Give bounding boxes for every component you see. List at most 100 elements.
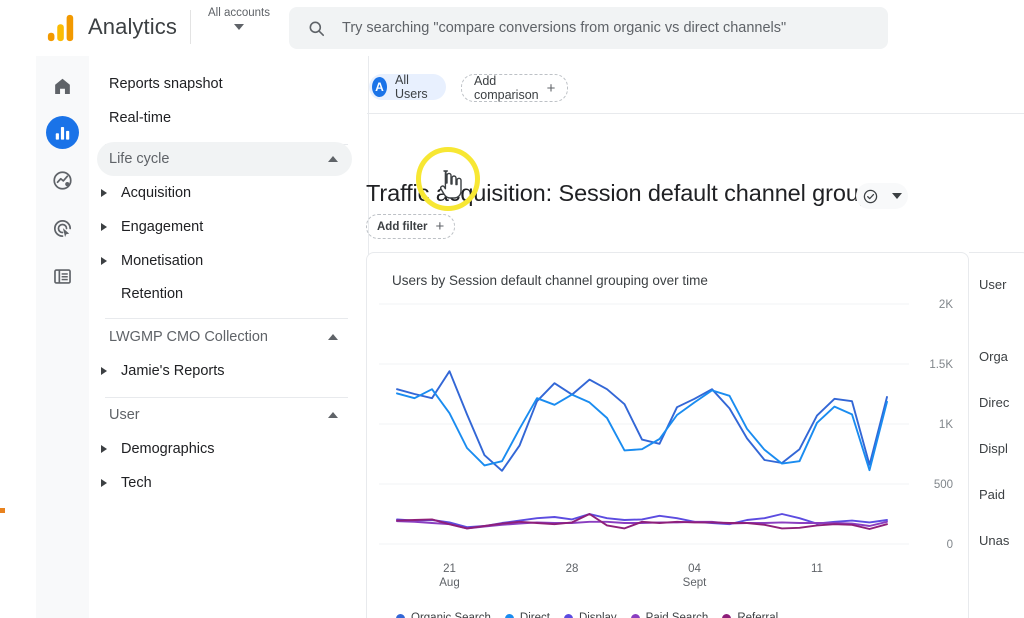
add-filter-label: Add filter xyxy=(377,220,428,233)
svg-text:11: 11 xyxy=(811,563,823,575)
sidebar-item-demographics[interactable]: Demographics xyxy=(89,433,368,465)
header-rule xyxy=(367,113,1024,114)
svg-text:Sept: Sept xyxy=(683,577,707,589)
sidebar-section-life-cycle[interactable]: Life cycle xyxy=(97,142,352,176)
rail-item-reports[interactable] xyxy=(46,116,79,149)
chart-y-axis-labels: 0 500 1K 1.5K 2K xyxy=(929,299,953,551)
sidebar-section-user[interactable]: User xyxy=(97,398,352,432)
chart-title: Users by Session default channel groupin… xyxy=(392,273,708,288)
chart-line-direct xyxy=(396,388,888,472)
legend-color-dot xyxy=(630,613,640,618)
legend-color-dot xyxy=(563,613,573,618)
chevron-down-icon xyxy=(891,193,902,199)
sidebar-item-reports-snapshot[interactable]: Reports snapshot xyxy=(89,68,368,100)
chevron-up-icon xyxy=(328,412,338,418)
sidebar-item-label: Monetisation xyxy=(121,253,204,269)
sidebar-item-tech[interactable]: Tech xyxy=(89,467,368,499)
sidebar-divider xyxy=(105,318,348,319)
sidebar-section-label: User xyxy=(109,407,140,423)
header-divider xyxy=(190,10,191,44)
legend-item-paid-search[interactable]: Paid Search xyxy=(630,612,709,618)
chart-legend: Organic Search Direct Display Paid Search Re… xyxy=(396,612,792,618)
sidebar-item-engagement[interactable]: Engagement xyxy=(89,211,368,243)
svg-text:0: 0 xyxy=(947,539,953,551)
add-comparison-label: Add comparison xyxy=(474,74,539,102)
all-users-label: All Users xyxy=(395,73,428,101)
svg-text:500: 500 xyxy=(934,479,953,491)
legend-item-direct[interactable]: Direct xyxy=(504,612,550,618)
chart-gridlines xyxy=(379,303,909,545)
sidebar-item-label: Demographics xyxy=(121,441,215,457)
add-filter-button[interactable]: Add filter + xyxy=(366,214,456,239)
sidebar-item-monetisation[interactable]: Monetisation xyxy=(89,245,368,277)
legend-item-referral[interactable]: Referral xyxy=(722,612,778,618)
svg-text:04: 04 xyxy=(688,563,701,575)
sidebar-section-lwgmp-cmo-collection[interactable]: LWGMP CMO Collection xyxy=(97,320,352,354)
legend-color-dot xyxy=(722,613,732,618)
sidebar-item-acquisition[interactable]: Acquisition xyxy=(89,177,368,209)
global-search-bar[interactable] xyxy=(289,7,888,49)
sidebar-section-label: Life cycle xyxy=(109,151,170,167)
advertising-target-icon xyxy=(54,220,72,238)
search-icon xyxy=(309,21,325,36)
sidebar-item-label: Jamie's Reports xyxy=(121,363,225,379)
plus-icon: + xyxy=(435,218,445,235)
explore-circle-icon xyxy=(53,171,72,190)
analytics-bars-logo xyxy=(47,14,74,42)
chevron-right-icon xyxy=(101,367,107,375)
report-status-actions[interactable] xyxy=(856,183,908,209)
chevron-right-icon xyxy=(101,445,107,453)
search-input[interactable] xyxy=(340,19,864,37)
rail-item-advertising[interactable] xyxy=(46,212,79,245)
legend-item-organic-search[interactable]: Organic Search xyxy=(396,612,491,618)
table-row: Orga xyxy=(979,349,1008,364)
sidebar-item-label: Tech xyxy=(121,475,152,491)
rail-item-home[interactable] xyxy=(46,70,79,103)
account-selector-label: All accounts xyxy=(207,7,270,19)
page-title: Traffic acquisition: Session default cha… xyxy=(366,180,903,206)
svg-text:Aug: Aug xyxy=(439,577,459,589)
chevron-right-icon xyxy=(101,479,107,487)
svg-text:1K: 1K xyxy=(939,419,953,431)
chart-x-axis-labels: 21 Aug 28 04 Sept 11 xyxy=(439,563,823,589)
channel-table-panel: User Orga Direc Displ Paid Unas xyxy=(969,252,1024,618)
chevron-right-icon xyxy=(101,257,107,265)
chevron-right-icon xyxy=(101,189,107,197)
sidebar-item-label: Engagement xyxy=(121,219,204,235)
legend-item-display[interactable]: Display xyxy=(563,612,617,618)
plus-icon: + xyxy=(546,79,556,97)
legend-label: Paid Search xyxy=(645,612,709,618)
bar-chart-icon xyxy=(55,126,70,140)
app-header: Analytics All accounts xyxy=(0,0,1024,56)
sidebar-item-jamies-reports[interactable]: Jamie's Reports xyxy=(89,355,368,387)
table-row: Direc xyxy=(979,395,1010,410)
rail-item-explore[interactable] xyxy=(46,164,79,197)
chart-card: Users by Session default channel groupin… xyxy=(366,252,969,618)
sidebar-item-label: Acquisition xyxy=(121,185,192,201)
add-comparison-button[interactable]: Add comparison + xyxy=(461,74,569,102)
svg-text:2K: 2K xyxy=(939,299,953,311)
legend-label: Referral xyxy=(737,612,779,618)
chevron-down-icon xyxy=(234,24,244,30)
svg-text:1.5K: 1.5K xyxy=(929,359,953,371)
check-circle-icon xyxy=(864,189,878,203)
avatar: A xyxy=(372,77,388,97)
chevron-up-icon xyxy=(328,156,338,162)
sidebar-item-label: Reports snapshot xyxy=(109,76,223,92)
rail-item-configure[interactable] xyxy=(46,260,79,293)
table-row: Unas xyxy=(979,533,1010,548)
legend-label: Organic Search xyxy=(411,612,491,618)
sidebar-item-label: Retention xyxy=(121,286,184,302)
sidebar-nav: Reports snapshot Real-time Life cycle Ac… xyxy=(89,56,369,618)
table-row: Displ xyxy=(979,441,1008,456)
legend-label: Display xyxy=(578,612,617,618)
all-users-chip[interactable]: A All Users xyxy=(369,73,446,101)
svg-text:21: 21 xyxy=(443,563,456,575)
sidebar-item-real-time[interactable]: Real-time xyxy=(89,102,368,134)
screen-artifact-dot xyxy=(0,508,5,513)
users-over-time-line-chart[interactable]: 0 500 1K 1.5K 2K 21 Aug 28 04 Sept 11 xyxy=(367,298,968,598)
account-selector[interactable]: All accounts xyxy=(203,6,275,30)
chart-line-organic-search xyxy=(396,370,888,472)
sidebar-item-retention[interactable]: Retention xyxy=(89,278,368,310)
svg-text:28: 28 xyxy=(566,563,579,575)
